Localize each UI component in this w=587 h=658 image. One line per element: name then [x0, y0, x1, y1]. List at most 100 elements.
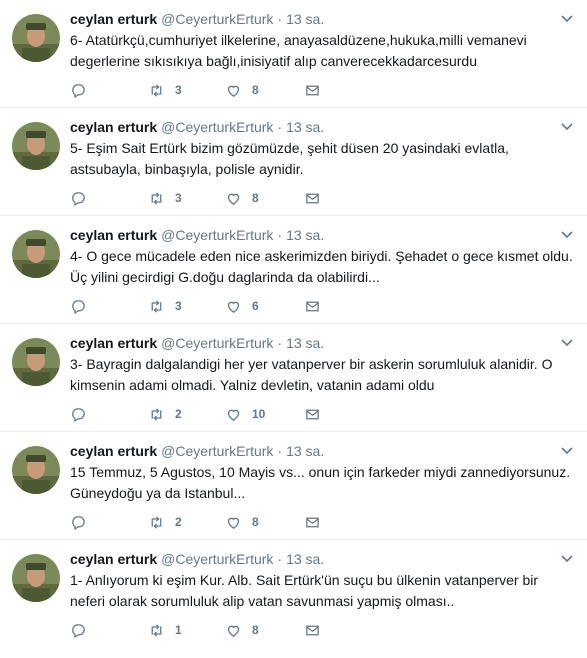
user-handle[interactable]: @CeyerturkErturk	[161, 11, 273, 27]
tweet-header: ceylan erturk @CeyerturkErturk · 13 sa.	[70, 442, 575, 460]
separator-dot: ·	[277, 119, 283, 135]
chevron-down-icon[interactable]	[559, 442, 575, 458]
like-button[interactable]: 6	[225, 298, 304, 315]
avatar[interactable]	[12, 554, 60, 602]
envelope-icon	[306, 409, 319, 419]
retweet-button[interactable]: 2	[148, 406, 225, 423]
separator-dot: ·	[277, 443, 283, 459]
message-button[interactable]	[304, 298, 321, 315]
envelope-icon	[306, 517, 319, 527]
user-handle[interactable]: @CeyerturkErturk	[161, 443, 273, 459]
heart-icon	[227, 193, 240, 205]
separator-dot: ·	[277, 551, 283, 567]
tweet-actions: 2 8	[70, 512, 321, 532]
tweet-time[interactable]: 13 sa.	[286, 551, 324, 567]
chevron-down-icon[interactable]	[559, 10, 575, 26]
retweet-button[interactable]: 3	[148, 190, 225, 207]
retweet-count: 2	[175, 515, 182, 529]
avatar[interactable]	[12, 446, 60, 494]
tweet-text: 3- Bayragin dalgalandigi her yer vatanpe…	[70, 356, 553, 393]
tweet[interactable]: ceylan erturk @CeyerturkErturk · 13 sa. 6- …	[0, 0, 587, 108]
reply-button[interactable]	[70, 82, 148, 99]
message-button[interactable]	[304, 406, 321, 423]
avatar[interactable]	[12, 14, 60, 62]
user-name[interactable]: ceylan erturk	[70, 443, 157, 459]
tweet-header: ceylan erturk @CeyerturkErturk · 13 sa.	[70, 550, 575, 568]
tweet[interactable]: ceylan erturk @CeyerturkErturk · 13 sa. 4- …	[0, 216, 587, 324]
chevron-down-icon[interactable]	[559, 118, 575, 134]
retweet-button[interactable]: 2	[148, 514, 225, 531]
reply-button[interactable]	[70, 514, 148, 531]
like-button[interactable]: 8	[225, 622, 304, 639]
tweet[interactable]: ceylan erturk @CeyerturkErturk · 13 sa. 15 …	[0, 432, 587, 540]
tweet-actions: 3 6	[70, 296, 321, 316]
separator-dot: ·	[277, 227, 283, 243]
like-count: 8	[252, 83, 259, 97]
message-button[interactable]	[304, 82, 321, 99]
separator-dot: ·	[277, 11, 283, 27]
retweet-button[interactable]: 3	[148, 298, 225, 315]
chevron-down-icon[interactable]	[559, 226, 575, 242]
tweet-actions: 1 8	[70, 620, 321, 640]
tweet-header: ceylan erturk @CeyerturkErturk · 13 sa.	[70, 226, 575, 244]
like-count: 8	[252, 623, 259, 637]
tweet-text: 5- Eşim Sait Ertürk bizim gözümüzde, şeh…	[70, 140, 509, 177]
message-button[interactable]	[304, 514, 321, 531]
like-button[interactable]: 10	[225, 406, 304, 423]
tweet-actions: 3 8	[70, 188, 321, 208]
tweet[interactable]: ceylan erturk @CeyerturkErturk · 13 sa. 3- …	[0, 324, 587, 432]
message-button[interactable]	[304, 190, 321, 207]
tweet-text: 1- Anlıyorum ki eşim Kur. Alb. Sait Ertü…	[70, 572, 539, 609]
chevron-down-icon[interactable]	[559, 550, 575, 566]
tweet-time[interactable]: 13 sa.	[286, 227, 324, 243]
user-handle[interactable]: @CeyerturkErturk	[161, 335, 273, 351]
retweet-icon	[151, 407, 162, 421]
heart-icon	[227, 85, 240, 97]
reply-icon	[72, 191, 85, 206]
tweet-time[interactable]: 13 sa.	[286, 335, 324, 351]
tweet-text: 15 Temmuz, 5 Agustos, 10 Mayis vs... onu…	[70, 464, 571, 501]
reply-button[interactable]	[70, 298, 148, 315]
avatar[interactable]	[12, 122, 60, 170]
retweet-count: 3	[175, 191, 182, 205]
user-name[interactable]: ceylan erturk	[70, 119, 157, 135]
user-handle[interactable]: @CeyerturkErturk	[161, 551, 273, 567]
user-handle[interactable]: @CeyerturkErturk	[161, 227, 273, 243]
user-name[interactable]: ceylan erturk	[70, 11, 157, 27]
retweet-count: 3	[175, 83, 182, 97]
avatar[interactable]	[12, 338, 60, 386]
retweet-button[interactable]: 1	[148, 622, 225, 639]
retweet-icon	[151, 191, 162, 205]
tweet[interactable]: ceylan erturk @CeyerturkErturk · 13 sa. 5- …	[0, 108, 587, 216]
reply-button[interactable]	[70, 622, 148, 639]
tweet[interactable]: ceylan erturk @CeyerturkErturk · 13 sa. 1- …	[0, 540, 587, 648]
avatar[interactable]	[12, 230, 60, 278]
tweet-header: ceylan erturk @CeyerturkErturk · 13 sa.	[70, 334, 575, 352]
tweet-time[interactable]: 13 sa.	[286, 11, 324, 27]
retweet-icon	[151, 515, 162, 529]
tweet-time[interactable]: 13 sa.	[286, 443, 324, 459]
like-button[interactable]: 8	[225, 82, 304, 99]
like-count: 6	[252, 299, 259, 313]
like-count: 10	[252, 407, 266, 421]
retweet-count: 2	[175, 407, 182, 421]
like-count: 8	[252, 515, 259, 529]
user-name[interactable]: ceylan erturk	[70, 227, 157, 243]
like-button[interactable]: 8	[225, 190, 304, 207]
reply-button[interactable]	[70, 406, 148, 423]
user-name[interactable]: ceylan erturk	[70, 551, 157, 567]
tweet-text: 6- Atatürkçü,cumhuriyet ilkelerine, anay…	[70, 32, 527, 69]
retweet-button[interactable]: 3	[148, 82, 225, 99]
chevron-down-icon[interactable]	[559, 334, 575, 350]
like-button[interactable]: 8	[225, 514, 304, 531]
tweet-time[interactable]: 13 sa.	[286, 119, 324, 135]
reply-icon	[72, 83, 85, 98]
message-button[interactable]	[304, 622, 321, 639]
heart-icon	[227, 625, 240, 637]
heart-icon	[227, 409, 240, 421]
reply-button[interactable]	[70, 190, 148, 207]
user-name[interactable]: ceylan erturk	[70, 335, 157, 351]
retweet-count: 3	[175, 299, 182, 313]
user-handle[interactable]: @CeyerturkErturk	[161, 119, 273, 135]
separator-dot: ·	[277, 335, 283, 351]
